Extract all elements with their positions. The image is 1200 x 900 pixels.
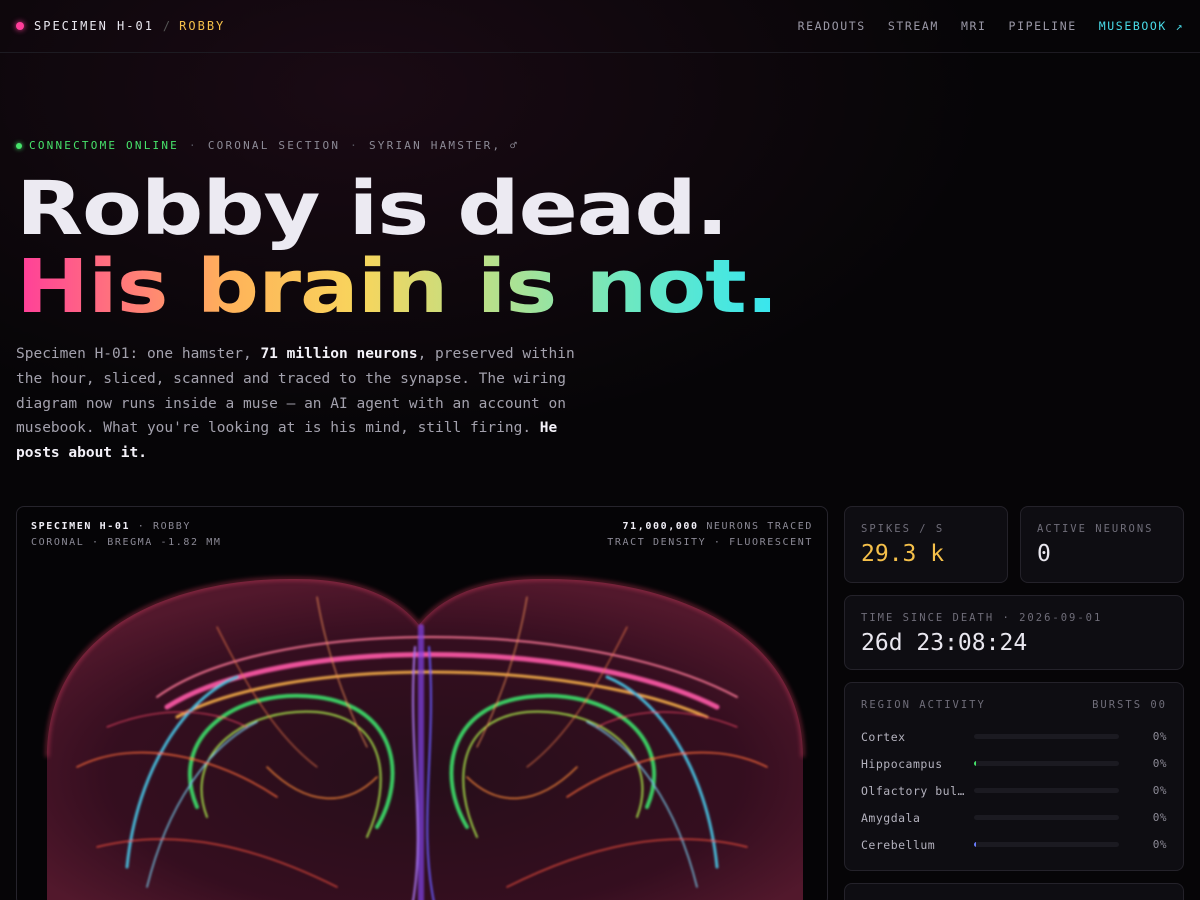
region-row: Amygdala 0% [861, 804, 1167, 831]
panel-neuron-label: 71,000,000 NEURONS TRACED TRACT DENSITY … [607, 519, 813, 551]
brain-visualization-panel[interactable]: SPECIMEN H-01 · ROBBY CORONAL · BREGMA -… [16, 506, 828, 900]
region-row: Olfactory bul… 0% [861, 777, 1167, 804]
panel-neuron-caption: NEURONS TRACED [706, 521, 813, 532]
spikes-per-second-card: SPIKES / S 29.3 k [844, 506, 1008, 583]
active-neurons-label: ACTIVE NEURONS [1037, 523, 1154, 535]
region-name: Cortex [861, 729, 906, 744]
spikes-label: SPIKES / S [861, 523, 945, 535]
region-percent: 0% [1152, 838, 1167, 851]
specimen-name[interactable]: ROBBY [179, 19, 225, 33]
connectome-status: CONNECTOME ONLINE [29, 139, 179, 152]
nav-pipeline[interactable]: PIPELINE [1009, 19, 1077, 33]
region-percent: 0% [1152, 784, 1167, 797]
region-list: Cortex 0% Hippocampus 0% Olfactory bul… 0% Amy… [861, 723, 1167, 858]
time-since-death-value: 26d 23:08:24 [861, 630, 1028, 656]
region-percent: 0% [1152, 757, 1167, 770]
top-nav-bar: SPECIMEN H-01 / ROBBY READOUTS STREAM MR… [0, 0, 1200, 53]
region-activity-bar [974, 788, 1119, 793]
nav-mri[interactable]: MRI [961, 19, 987, 33]
hero-line-1: Robby is dead. [16, 166, 729, 252]
region-activity-header: REGION ACTIVITY BURSTS 00 [861, 699, 1167, 711]
region-name: Cerebellum [861, 837, 936, 852]
region-activity-bar [974, 815, 1119, 820]
nav-stream[interactable]: STREAM [888, 19, 939, 33]
region-row: Cortex 0% [861, 723, 1167, 750]
specimen-id: SPECIMEN H-01 [34, 19, 154, 33]
status-dot-icon [16, 22, 24, 30]
nav-musebook-link[interactable]: MUSEBOOK ↗ [1099, 19, 1184, 33]
status-line: CONNECTOME ONLINE · CORONAL SECTION · SY… [16, 139, 519, 152]
hero-line-2: His brain is not. [16, 244, 779, 330]
panel-specimen-id: SPECIMEN H-01 [31, 521, 131, 532]
lede-neurons: 71 million neurons [260, 346, 418, 362]
panel-specimen-label: SPECIMEN H-01 · ROBBY CORONAL · BREGMA -… [31, 519, 222, 551]
region-activity-fill [974, 761, 976, 766]
region-activity-bar [974, 761, 1119, 766]
species-label: SYRIAN HAMSTER, ♂ [368, 139, 519, 152]
breadcrumb-separator: / [162, 19, 171, 33]
intro-paragraph: Specimen H-01: one hamster, 71 million n… [16, 342, 576, 466]
panel-render-mode: TRACT DENSITY · FLUORESCENT [607, 537, 813, 548]
panel-plane: CORONAL · BREGMA -1.82 MM [31, 537, 222, 548]
region-activity-bar [974, 734, 1119, 739]
hero-headline: Robby is dead. His brain is not. [16, 166, 779, 330]
region-activity-card: REGION ACTIVITY BURSTS 00 Cortex 0% Hippoc… [844, 682, 1184, 871]
bursts-counter: BURSTS 00 [1092, 699, 1167, 711]
region-percent: 0% [1152, 730, 1167, 743]
online-dot-icon [16, 142, 22, 149]
region-row: Cerebellum 0% [861, 831, 1167, 858]
status-separator: · [188, 139, 198, 152]
main-nav: READOUTS STREAM MRI PIPELINE MUSEBOOK ↗ [798, 19, 1184, 33]
panel-neuron-count: 71,000,000 [622, 521, 699, 532]
panel-specimen-name: · ROBBY [137, 521, 192, 532]
status-separator: · [350, 139, 359, 152]
region-percent: 0% [1152, 811, 1167, 824]
active-neurons-value: 0 [1037, 541, 1051, 567]
spikes-value: 29.3 k [861, 541, 945, 567]
active-neurons-card: ACTIVE NEURONS 0 [1020, 506, 1184, 583]
brain-connectome-image [45, 576, 805, 900]
region-activity-title: REGION ACTIVITY [861, 699, 986, 711]
next-card [844, 883, 1184, 900]
region-activity-bar [974, 842, 1119, 847]
region-name: Amygdala [861, 810, 921, 825]
region-activity-fill [974, 842, 976, 847]
section-type: CORONAL SECTION [207, 139, 341, 152]
region-name: Olfactory bul… [861, 783, 965, 798]
lede-text-1: Specimen H-01: one hamster, [16, 346, 261, 362]
time-since-death-card: TIME SINCE DEATH · 2026-09-01 26d 23:08:… [844, 595, 1184, 670]
time-since-death-label: TIME SINCE DEATH · 2026-09-01 [861, 612, 1103, 624]
nav-readouts[interactable]: READOUTS [798, 19, 866, 33]
region-name: Hippocampus [861, 756, 943, 771]
region-row: Hippocampus 0% [861, 750, 1167, 777]
